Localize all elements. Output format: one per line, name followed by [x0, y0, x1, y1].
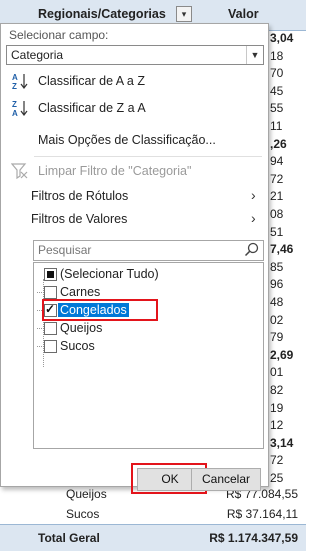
- menu-divider: [34, 156, 262, 157]
- sort-z-to-a-label: Classificar de Z a A: [38, 101, 146, 115]
- svg-text:Z: Z: [12, 100, 17, 109]
- pivot-value-cell: 51: [270, 224, 284, 239]
- list-item-label: (Selecionar Tudo): [60, 267, 159, 281]
- values-listbox: (Selecionar Tudo) Carnes Congelados Quei…: [33, 262, 264, 449]
- pivot-value-cell: 01: [270, 365, 284, 380]
- pivot-value-cell: 12: [270, 418, 284, 433]
- label-filters-item[interactable]: Filtros de Rótulos ›: [1, 184, 268, 208]
- list-item[interactable]: Queijos: [34, 320, 263, 337]
- grand-total-row: Total Geral R$ 1.174.347,59: [0, 524, 306, 551]
- pivot-value-cell: 3,04: [270, 31, 294, 45]
- field-select[interactable]: Categoria ▼: [6, 45, 264, 65]
- label-filters-label: Filtros de Rótulos: [31, 189, 129, 203]
- grand-total-value: R$ 1.174.347,59: [209, 531, 298, 545]
- pivot-value-cell: 3,14: [270, 435, 294, 450]
- pivot-value-cell: 85: [270, 259, 284, 274]
- annotation-highlight: [42, 299, 158, 321]
- pivot-value-cell: 18: [270, 48, 284, 63]
- checkbox[interactable]: [44, 340, 57, 353]
- more-sort-options-label: Mais Opções de Classificação...: [38, 133, 216, 147]
- value-filters-label: Filtros de Valores: [31, 212, 128, 226]
- table-row: Sucos R$ 37.164,11: [0, 504, 306, 524]
- pivot-value-cell: 82: [270, 383, 284, 397]
- select-field-label: Selecionar campo:: [9, 28, 109, 42]
- checkbox[interactable]: [44, 322, 57, 335]
- tree-connector: [37, 292, 44, 293]
- search-input[interactable]: [36, 242, 240, 258]
- sort-descending-icon: Z A: [12, 100, 28, 117]
- tree-connector: [37, 328, 44, 329]
- list-item-label: Queijos: [60, 321, 103, 335]
- pivot-value-cell: 94: [270, 154, 284, 169]
- pivot-value-cell: 48: [270, 295, 284, 309]
- svg-text:A: A: [12, 73, 18, 82]
- pivot-value-cell: 45: [270, 83, 284, 98]
- pivot-value-cell: 11: [270, 119, 283, 133]
- list-item-label: Sucos: [60, 339, 95, 353]
- row-label: Sucos: [66, 507, 100, 521]
- row-value: R$ 37.164,11: [226, 507, 298, 521]
- sort-z-to-a-item[interactable]: Z A Classificar de Z a A: [1, 96, 268, 120]
- pivot-value-cell: 72: [270, 453, 284, 468]
- pivot-value-cell: 79: [270, 330, 284, 345]
- grand-total-label: Total Geral: [38, 531, 100, 545]
- clear-filter-icon: [11, 163, 28, 180]
- checkbox[interactable]: [44, 268, 57, 281]
- pivot-value-cell: 19: [270, 400, 284, 415]
- search-icon: [244, 242, 259, 257]
- list-item-label: Carnes: [60, 285, 101, 299]
- cancel-button[interactable]: Cancelar: [191, 468, 261, 491]
- row-label: Queijos: [66, 487, 107, 501]
- chevron-down-icon[interactable]: ▼: [246, 46, 263, 64]
- checkbox[interactable]: [44, 286, 57, 299]
- svg-text:Z: Z: [12, 82, 17, 90]
- more-sort-options-item[interactable]: Mais Opções de Classificação...: [1, 128, 268, 152]
- pivot-value-cell: 55: [270, 101, 284, 116]
- svg-text:A: A: [12, 109, 18, 117]
- value-filters-item[interactable]: Filtros de Valores ›: [1, 207, 268, 231]
- value-header: Valor: [228, 7, 259, 21]
- pivot-value-cell: 96: [270, 277, 284, 292]
- pivot-value-cell: 2,69: [270, 347, 294, 362]
- chevron-right-icon: ›: [251, 187, 256, 203]
- clear-filter-item: Limpar Filtro de "Categoria": [1, 159, 268, 183]
- field-select-value: Categoria: [11, 48, 64, 62]
- filter-dropdown-panel: Selecionar campo: Categoria ▼ A Z Classi…: [0, 23, 269, 494]
- tree-connector: [37, 346, 44, 347]
- search-box[interactable]: [33, 240, 264, 261]
- sort-a-to-z-label: Classificar de A a Z: [38, 74, 145, 88]
- pivot-value-cell: 72: [270, 171, 284, 186]
- pivot-value-cell: 08: [270, 207, 284, 221]
- row-labels-header: Regionais/Categorias: [38, 7, 166, 21]
- list-item[interactable]: Sucos: [34, 338, 263, 355]
- pivot-value-cell: 02: [270, 312, 284, 327]
- chevron-right-icon: ›: [251, 210, 256, 226]
- pivot-value-cell: 70: [270, 66, 284, 81]
- sort-a-to-z-item[interactable]: A Z Classificar de A a Z: [1, 69, 268, 93]
- list-item-select-all[interactable]: (Selecionar Tudo): [34, 266, 263, 283]
- clear-filter-label: Limpar Filtro de "Categoria": [38, 164, 192, 178]
- sort-ascending-icon: A Z: [12, 73, 28, 90]
- filter-dropdown-icon[interactable]: ▾: [176, 6, 192, 22]
- pivot-value-cell: 25: [270, 471, 284, 485]
- pivot-value-cell: 21: [270, 189, 284, 204]
- pivot-value-cell: 7,46: [270, 242, 294, 257]
- pivot-value-cell: ,26: [270, 136, 287, 151]
